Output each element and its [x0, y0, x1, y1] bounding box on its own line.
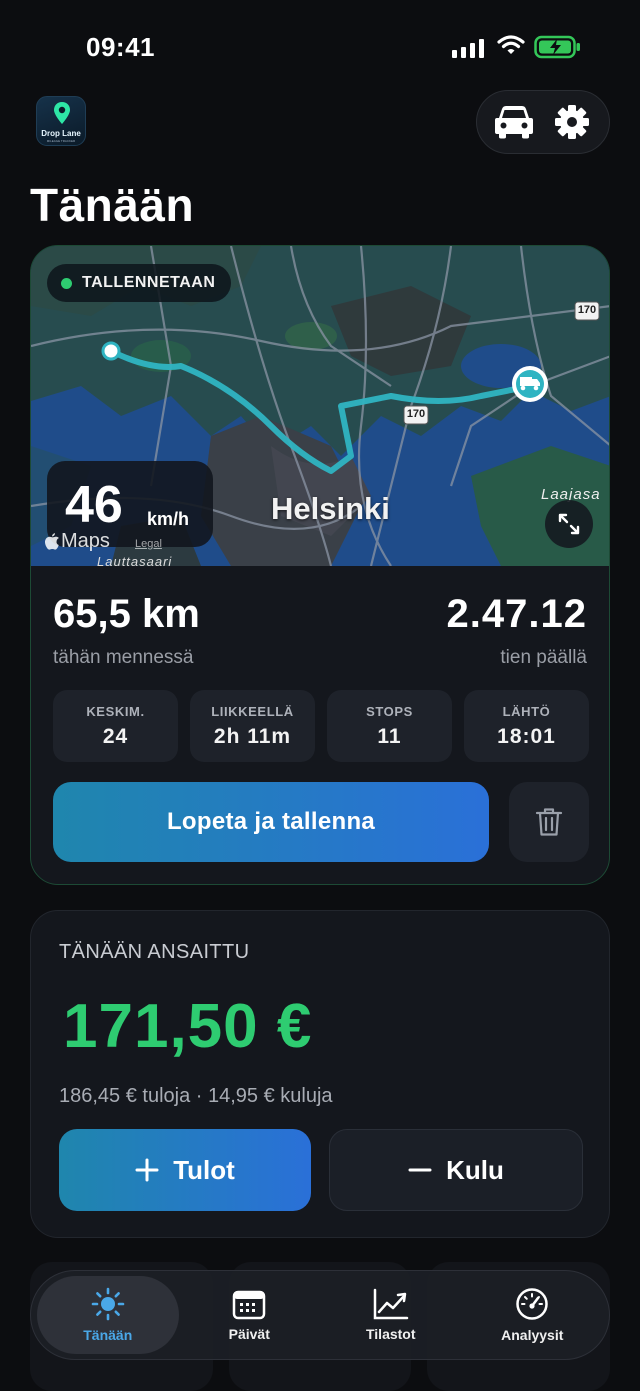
wifi-icon [497, 35, 525, 54]
cellular-signal-icon [452, 38, 484, 58]
tab-label: Analyysit [501, 1327, 564, 1343]
earnings-title: TÄNÄÄN ANSAITTU [59, 941, 250, 963]
add-income-button[interactable]: Tulot [59, 1129, 311, 1211]
stat-average-speed: KESKIM. 24 [53, 690, 178, 762]
stat-value: 11 [377, 724, 402, 748]
stat-departure: LÄHTÖ 18:01 [464, 690, 589, 762]
calendar-icon [233, 1290, 266, 1320]
earnings-amount: 171,50 € [63, 992, 313, 1061]
logo-subtext: MILEAGE TRACKER [46, 139, 76, 143]
route-map[interactable]: 170 170 Helsinki Laajasa Lauttasaari TAL… [31, 246, 609, 566]
road-badge-label: 170 [577, 304, 597, 316]
add-income-label: Tulot [173, 1154, 235, 1185]
maps-brand-label: Maps [61, 530, 110, 552]
map-pin-icon [54, 102, 70, 124]
settings-button[interactable] [547, 97, 597, 147]
add-expense-button[interactable]: Kulu [329, 1129, 583, 1211]
stat-label: LIIKKEELLÄ [211, 703, 294, 719]
expand-map-button[interactable] [545, 500, 593, 548]
map-city-label: Helsinki [271, 491, 390, 526]
battery-charging-icon [534, 35, 580, 59]
sun-icon [91, 1287, 125, 1321]
app-logo: Drop Lane MILEAGE TRACKER [36, 96, 86, 146]
tab-today[interactable]: Tänään [37, 1276, 179, 1354]
expand-icon [558, 513, 580, 535]
page-title: Tänään [30, 179, 195, 231]
recording-status-label: TALLENNETAAN [82, 274, 216, 291]
tab-label: Päivät [228, 1326, 270, 1342]
tab-label: Tilastot [365, 1326, 416, 1342]
duration-label: tien päällä [500, 647, 587, 668]
truck-marker-icon [512, 366, 548, 402]
minus-icon [408, 1168, 432, 1172]
stop-and-save-button[interactable]: Lopeta ja tallenna [53, 782, 489, 862]
stat-value: 2h 11m [213, 724, 292, 748]
header-actions [476, 90, 610, 154]
maps-attribution: Maps [45, 530, 110, 553]
plus-icon [135, 1158, 159, 1182]
stat-value: 18:01 [497, 724, 556, 748]
status-bar: 09:41 [0, 0, 640, 90]
duration-value: 2.47.12 [446, 592, 587, 636]
speed-value: 46 [65, 476, 123, 534]
vehicle-button[interactable] [489, 97, 539, 147]
gear-icon [555, 105, 589, 139]
map-place-label: Lauttasaari [97, 554, 173, 566]
tracking-card: 170 170 Helsinki Laajasa Lauttasaari TAL… [30, 245, 610, 885]
distance-value: 65,5 km [53, 592, 200, 636]
trash-icon [535, 808, 563, 836]
recording-status-badge: TALLENNETAAN [47, 264, 232, 302]
stat-label: STOPS [366, 703, 413, 719]
stat-label: KESKIM. [86, 703, 145, 719]
trip-stats-row: KESKIM. 24 LIIKKEELLÄ 2h 11m STOPS 11 LÄ… [53, 690, 589, 762]
add-expense-label: Kulu [446, 1154, 504, 1185]
logo-text: Drop Lane [41, 129, 81, 138]
stat-stops: STOPS 11 [327, 690, 452, 762]
car-icon [495, 106, 533, 139]
earnings-breakdown: 186,45 € tuloja · 14,95 € kuluja [59, 1085, 333, 1107]
bottom-tab-bar: Tänään Päivät Tilastot Analyysit [30, 1270, 610, 1360]
gauge-icon [516, 1288, 548, 1320]
discard-trip-button[interactable] [509, 782, 589, 862]
stat-label: LÄHTÖ [502, 703, 551, 719]
tab-statistics[interactable]: Tilastot [320, 1276, 462, 1354]
distance-label: tähän mennessä [53, 647, 194, 668]
stat-moving-time: LIIKKEELLÄ 2h 11m [190, 690, 315, 762]
status-time: 09:41 [86, 32, 155, 62]
maps-legal-link[interactable]: Legal [135, 538, 162, 550]
earnings-card: TÄNÄÄN ANSAITTU 171,50 € 186,45 € tuloja… [30, 910, 610, 1238]
recording-dot-icon [61, 277, 72, 289]
apple-logo-icon [45, 533, 59, 550]
tab-label: Tänään [83, 1327, 133, 1343]
tab-analytics[interactable]: Analyysit [462, 1276, 604, 1354]
road-badge-label: 170 [406, 408, 426, 420]
stat-value: 24 [102, 724, 129, 748]
tab-days[interactable]: Päivät [179, 1276, 321, 1354]
speed-unit: km/h [147, 509, 190, 529]
trend-chart-icon [373, 1288, 408, 1320]
